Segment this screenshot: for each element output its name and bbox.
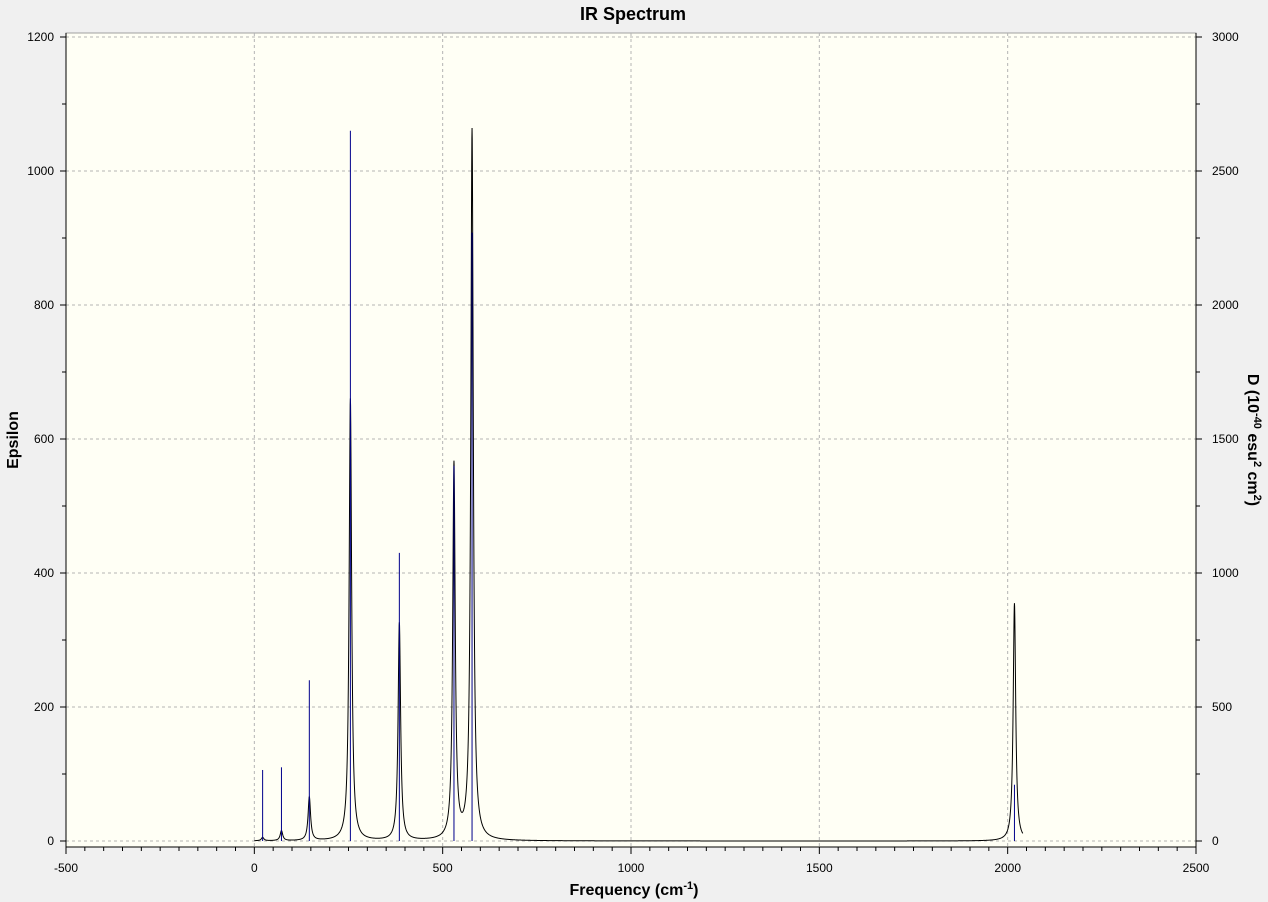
chart-title: IR Spectrum (580, 4, 686, 24)
y-tick-label: 1200 (27, 30, 54, 44)
x-tick-label: 2500 (1183, 861, 1210, 875)
y2-tick-label: 2500 (1212, 164, 1239, 178)
y2-tick-label: 2000 (1212, 298, 1239, 312)
x-tick-label: 500 (433, 861, 453, 875)
y2-tick-label: 500 (1212, 700, 1232, 714)
y2-tick-label: 1000 (1212, 566, 1239, 580)
ir-spectrum-chart: 0 200 400 600 800 1000 1200 0 500 1000 1500 2000 250… (0, 0, 1268, 902)
y-tick-label: 800 (34, 298, 54, 312)
y-tick-label: 0 (47, 834, 54, 848)
x-tick-label: 0 (251, 861, 258, 875)
y2-tick-label: 3000 (1212, 30, 1239, 44)
y2-axis-label: D (10-40 esu2 cm2) (1244, 374, 1263, 506)
x-tick-label: 1500 (806, 861, 833, 875)
y2-tick-label: 1500 (1212, 432, 1239, 446)
y2-tick-label: 0 (1212, 834, 1219, 848)
y-tick-label: 200 (34, 700, 54, 714)
x-tick-label: 1000 (618, 861, 645, 875)
x-tick-label: 2000 (994, 861, 1021, 875)
y-axis-label: Epsilon (5, 411, 22, 469)
y-tick-label: 400 (34, 566, 54, 580)
x-axis-label: Frequency (cm-1) (570, 880, 699, 899)
y-tick-label: 1000 (27, 164, 54, 178)
y-tick-label: 600 (34, 432, 54, 446)
x-tick-label: -500 (54, 861, 78, 875)
